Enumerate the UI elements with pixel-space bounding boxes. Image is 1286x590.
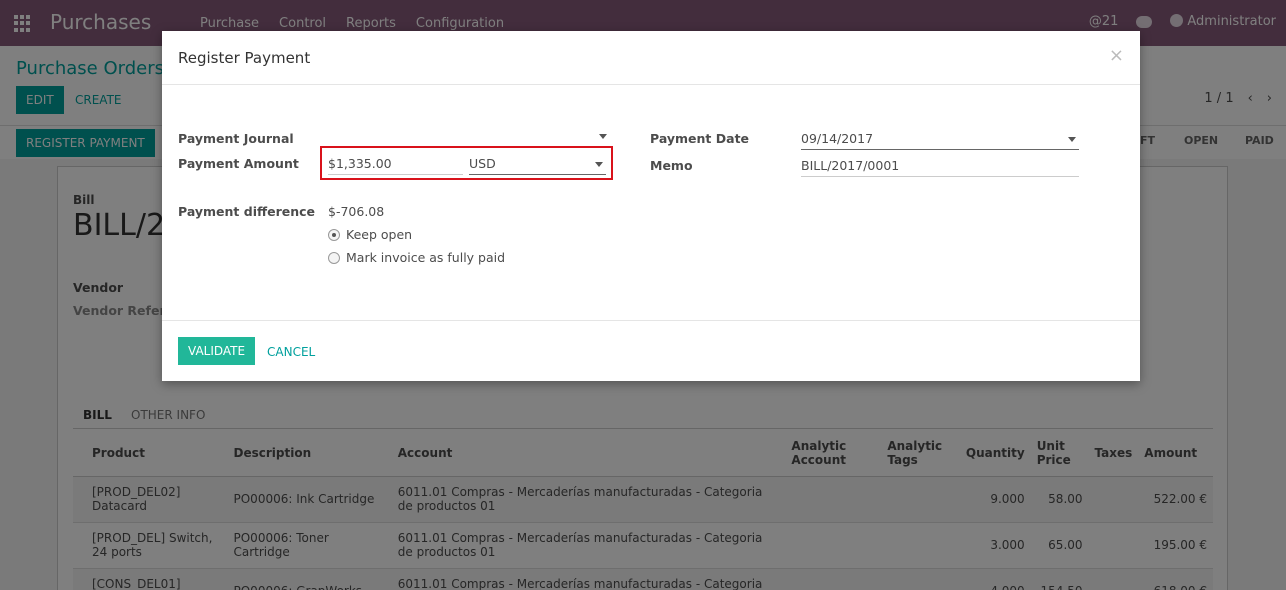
memo-input[interactable]: BILL/2017/0001 [801, 157, 1079, 177]
radio-button-selected[interactable] [328, 228, 340, 241]
chevron-down-icon [599, 134, 607, 139]
payment-amount-label: Payment Amount [178, 156, 299, 171]
dialog-header: Register Payment × [162, 31, 1140, 85]
payment-date-value: 09/14/2017 [801, 131, 874, 146]
payment-journal-select[interactable] [328, 127, 610, 147]
payment-journal-label: Payment Journal [178, 131, 294, 146]
close-icon[interactable]: × [1109, 45, 1124, 66]
memo-label: Memo [650, 158, 693, 173]
option-mark-fully-paid-label: Mark invoice as fully paid [346, 250, 506, 265]
payment-date-label: Payment Date [650, 131, 750, 146]
option-mark-fully-paid[interactable]: Mark invoice as fully paid [328, 250, 505, 265]
radio-button[interactable] [328, 251, 340, 264]
validate-button[interactable]: VALIDATE [178, 337, 256, 365]
payment-difference-value: $-706.08 [328, 204, 385, 219]
dialog-footer: VALIDATE CANCEL [162, 320, 1140, 381]
cancel-button[interactable]: CANCEL [267, 345, 315, 359]
highlight-box [320, 146, 613, 180]
dialog-title: Register Payment [178, 49, 311, 67]
register-payment-dialog: Register Payment × Payment Journal Payme… [162, 31, 1140, 381]
option-keep-open-label: Keep open [346, 227, 413, 242]
payment-difference-label: Payment difference [178, 204, 316, 219]
chevron-down-icon [1068, 137, 1076, 142]
option-keep-open[interactable]: Keep open [328, 227, 412, 242]
payment-date-input[interactable]: 09/14/2017 [801, 130, 1079, 150]
